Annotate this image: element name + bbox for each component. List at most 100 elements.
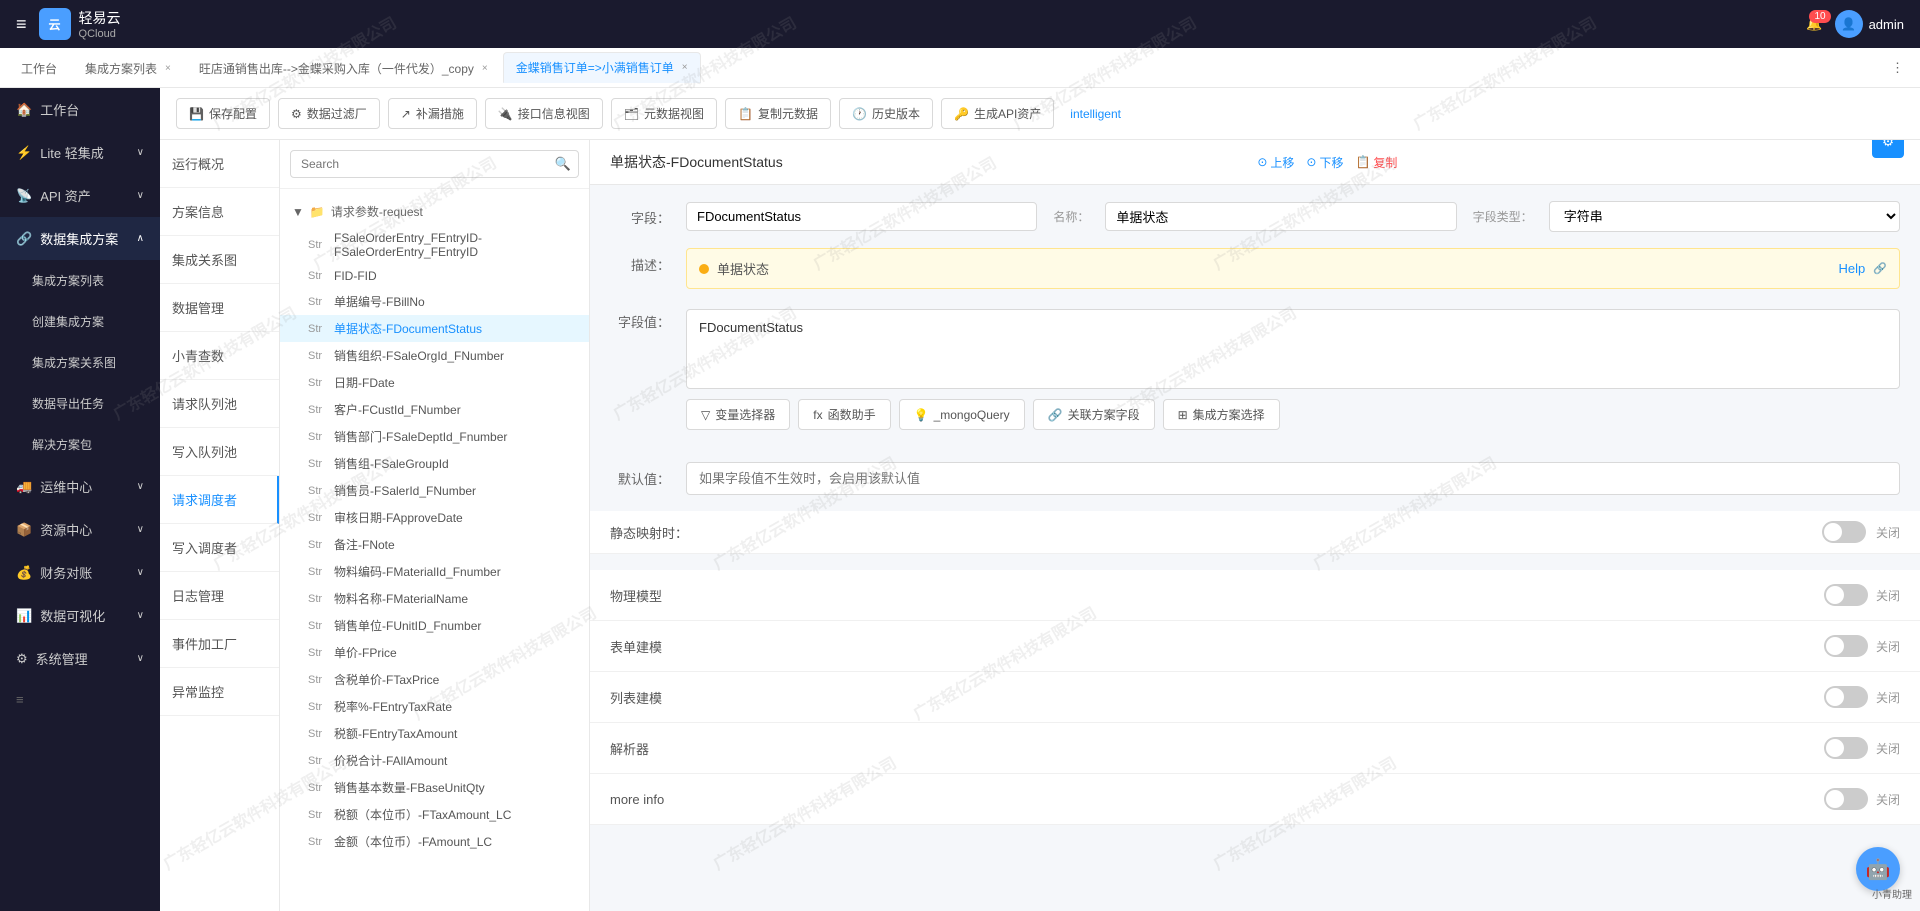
tree-item[interactable]: Str 审核日期-FApproveDate [280,504,589,531]
tab-solution-list[interactable]: 集成方案列表 × [72,53,184,83]
tree-item[interactable]: Str 销售单位-FUnitID_Fnumber [280,612,589,639]
tree-item[interactable]: Str 销售基本数量-FBaseUnitQty [280,774,589,801]
field-value-area[interactable]: FDocumentStatus [686,309,1900,389]
parser-section[interactable]: 解析器 关闭 [590,723,1920,774]
close-icon[interactable]: × [682,62,688,73]
up-button[interactable]: ⊙ 上移 [1257,154,1294,171]
tab-workspace[interactable]: 工作台 [8,53,70,83]
help-link[interactable]: Help [1839,261,1866,276]
tree-item-selected[interactable]: Str 单据状态-FDocumentStatus [280,315,589,342]
var-selector-button[interactable]: ▽ 变量选择器 [686,399,790,430]
tree-item[interactable]: Str 客户-FCustId_FNumber [280,396,589,423]
tree-item[interactable]: Str 销售组-FSaleGroupId [280,450,589,477]
chatbot-button[interactable]: 🤖 [1856,847,1900,891]
sidebar-item-dataviz[interactable]: 📊 数据可视化 ∨ [0,594,160,637]
sidebar-item-solution-relation[interactable]: 集成方案关系图 [0,342,160,383]
tree-item[interactable]: Str 物料编码-FMaterialId_Fnumber [280,558,589,585]
tree-item[interactable]: Str 单价-FPrice [280,639,589,666]
sidebar-collapse-icon[interactable]: ≡ [0,680,160,719]
tree-item[interactable]: Str 税率%-FEntryTaxRate [280,693,589,720]
close-icon[interactable]: × [482,63,488,74]
nav-run-overview[interactable]: 运行概况 [160,140,279,188]
copy-meta-button[interactable]: 📋 复制元数据 [725,98,831,129]
default-value-input[interactable] [686,462,1900,495]
user-menu[interactable]: 👤 admin [1835,10,1904,38]
interface-view-button[interactable]: 🔌 接口信息视图 [485,98,603,129]
form-model-section[interactable]: 表单建模 关闭 [590,621,1920,672]
name-input[interactable] [1105,202,1456,231]
static-map-toggle[interactable] [1822,521,1866,543]
tree-item[interactable]: Str 销售组织-FSaleOrgId_FNumber [280,342,589,369]
physical-model-section[interactable]: 物理模型 关闭 [590,570,1920,621]
list-model-section[interactable]: 列表建模 关闭 [590,672,1920,723]
sidebar-item-create-solution[interactable]: 创建集成方案 [0,301,160,342]
form-model-toggle[interactable] [1824,635,1868,657]
tab-jinsale[interactable]: 金蝶销售订单=>小满销售订单 × [503,52,701,83]
sidebar-item-resource[interactable]: 📦 资源中心 ∨ [0,508,160,551]
settings-button[interactable]: ⚙ [1872,140,1904,158]
sidebar-item-solution-pack[interactable]: 解决方案包 [0,424,160,465]
tree-item[interactable]: Str 物料名称-FMaterialName [280,585,589,612]
nav-event-factory[interactable]: 事件加工厂 [160,620,279,668]
api-gen-button[interactable]: 🔑 生成API资产 [941,98,1054,129]
tree-item[interactable]: Str 含税单价-FTaxPrice [280,666,589,693]
relate-button[interactable]: 🔗 关联方案字段 [1033,399,1155,430]
sidebar-item-finance[interactable]: 💰 财务对账 ∨ [0,551,160,594]
search-input[interactable] [290,150,579,178]
nav-request-queue[interactable]: 请求队列池 [160,380,279,428]
history-button[interactable]: 🕐 历史版本 [839,98,933,129]
physical-model-toggle[interactable] [1824,584,1868,606]
tree-item[interactable]: Str 销售员-FSalerId_FNumber [280,477,589,504]
sidebar-item-solution-list[interactable]: 集成方案列表 [0,260,160,301]
parser-toggle[interactable] [1824,737,1868,759]
sidebar-item-lite[interactable]: ⚡ Lite 轻集成 ∨ [0,131,160,174]
type-select[interactable]: 字符串 数字 布尔值 日期 [1549,201,1900,232]
intelligent-button[interactable]: intelligent [1070,107,1121,121]
collect-button[interactable]: ⊞ 集成方案选择 [1163,399,1280,430]
sidebar-item-export-task[interactable]: 数据导出任务 [0,383,160,424]
data-filter-button[interactable]: ⚙ 数据过滤厂 [278,98,380,129]
field-input[interactable] [686,202,1037,231]
tree-item[interactable]: Str 备注-FNote [280,531,589,558]
tab-wangdian[interactable]: 旺店通销售出库-->金蝶采购入库（一件代发）_copy × [186,53,501,83]
hamburger-icon[interactable]: ≡ [16,14,27,35]
sidebar-item-workspace[interactable]: 🏠 工作台 [0,88,160,131]
tree-group-header[interactable]: ▼ 📁 请求参数-request [280,197,589,226]
list-model-toggle[interactable] [1824,686,1868,708]
sidebar-item-ops[interactable]: 🚚 运维中心 ∨ [0,465,160,508]
tree-item[interactable]: Str 销售部门-FSaleDeptId_Fnumber [280,423,589,450]
tree-item[interactable]: Str FSaleOrderEntry_FEntryID-FSaleOrderE… [280,226,589,264]
more-info-section[interactable]: more info 关闭 [590,774,1920,825]
tree-item[interactable]: Str 税额（本位币）-FTaxAmount_LC [280,801,589,828]
func-button[interactable]: fx 函数助手 [798,399,890,430]
sidebar-item-api[interactable]: 📡 API 资产 ∨ [0,174,160,217]
nav-data-manage[interactable]: 数据管理 [160,284,279,332]
nav-query[interactable]: 小青查数 [160,332,279,380]
sidebar-item-settings[interactable]: ⚙ 系统管理 ∨ [0,637,160,680]
nav-integration-graph[interactable]: 集成关系图 [160,236,279,284]
more-info-toggle[interactable] [1824,788,1868,810]
nav-plan-info[interactable]: 方案信息 [160,188,279,236]
edit-icon[interactable]: 🔗 [1873,262,1887,275]
patch-button[interactable]: ↗ 补漏措施 [388,98,477,129]
nav-log-manage[interactable]: 日志管理 [160,572,279,620]
mongo-button[interactable]: 💡 _mongoQuery [899,399,1025,430]
nav-error-monitor[interactable]: 异常监控 [160,668,279,716]
tree-item[interactable]: Str 日期-FDate [280,369,589,396]
tree-item[interactable]: Str 价税合计-FAllAmount [280,747,589,774]
tree-item[interactable]: Str 单据编号-FBillNo [280,288,589,315]
sidebar-item-integration[interactable]: 🔗 数据集成方案 ∧ [0,217,160,260]
meta-view-button[interactable]: 🗂 元数据视图 [611,98,717,129]
tree-item[interactable]: Str FID-FID [280,264,589,288]
tree-item[interactable]: Str 税额-FEntryTaxAmount [280,720,589,747]
tab-more-icon[interactable]: ⋮ [1883,60,1912,76]
down-button[interactable]: ⊙ 下移 [1306,154,1343,171]
nav-request-scheduler[interactable]: 请求调度者 [160,476,279,524]
close-icon[interactable]: × [165,63,171,74]
copy-field-button[interactable]: 📋 复制 [1355,154,1397,171]
tree-item[interactable]: Str 金额（本位币）-FAmount_LC [280,828,589,855]
nav-write-queue[interactable]: 写入队列池 [160,428,279,476]
nav-write-scheduler[interactable]: 写入调度者 [160,524,279,572]
save-config-button[interactable]: 💾 保存配置 [176,98,270,129]
notification-button[interactable]: 🔔 10 [1806,16,1822,32]
